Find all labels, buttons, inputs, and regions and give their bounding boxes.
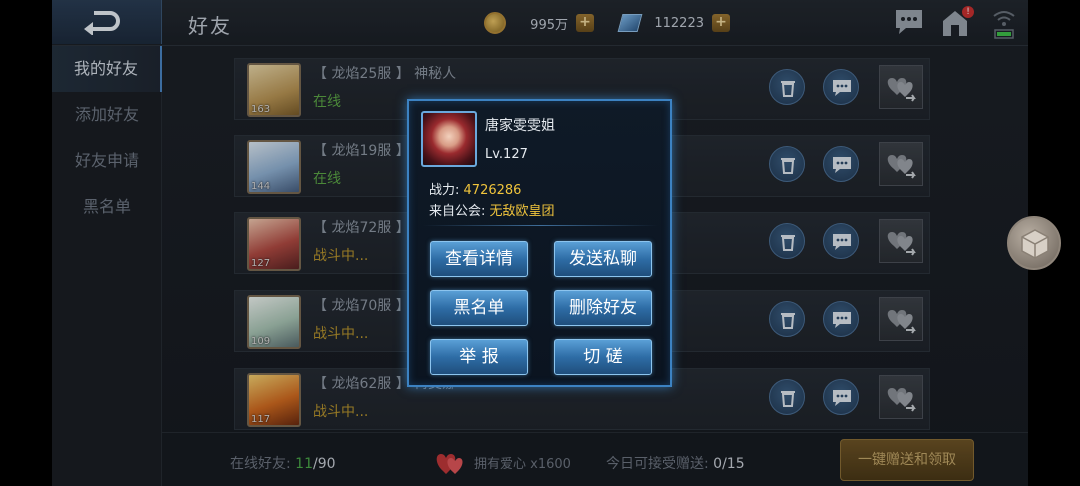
spar-button[interactable]: 切 磋	[554, 339, 652, 375]
popup-avatar	[421, 111, 477, 167]
floating-menu-button[interactable]	[1007, 216, 1061, 270]
power-value: 4726286	[463, 183, 522, 198]
power-label: 战力:	[429, 183, 460, 198]
send-private-message-button[interactable]: 发送私聊	[554, 241, 652, 277]
friend-profile-popup: 唐家雯雯姐 Lv.127 战力: 4726286 来自公会: 无敌欧皇团 查看详…	[407, 99, 672, 387]
blacklist-button[interactable]: 黑名单	[430, 290, 528, 326]
guild-value: 无敌欧皇团	[489, 204, 555, 219]
delete-friend-popup-button[interactable]: 删除好友	[554, 290, 652, 326]
guild-label: 来自公会:	[429, 204, 486, 219]
popup-divider	[423, 225, 658, 226]
popup-player-level: Lv.127	[485, 147, 528, 162]
report-button[interactable]: 举 报	[430, 339, 528, 375]
cube-icon	[1021, 229, 1049, 259]
popup-player-name: 唐家雯雯姐	[485, 118, 555, 134]
game-screen: 好友 995万 + 112223 + ! 我的好友 添加好友 好友申请 黑名单 …	[0, 0, 1080, 486]
popup-power: 战力: 4726286	[429, 179, 521, 198]
popup-guild: 来自公会: 无敌欧皇团	[429, 200, 555, 219]
view-details-button[interactable]: 查看详情	[430, 241, 528, 277]
